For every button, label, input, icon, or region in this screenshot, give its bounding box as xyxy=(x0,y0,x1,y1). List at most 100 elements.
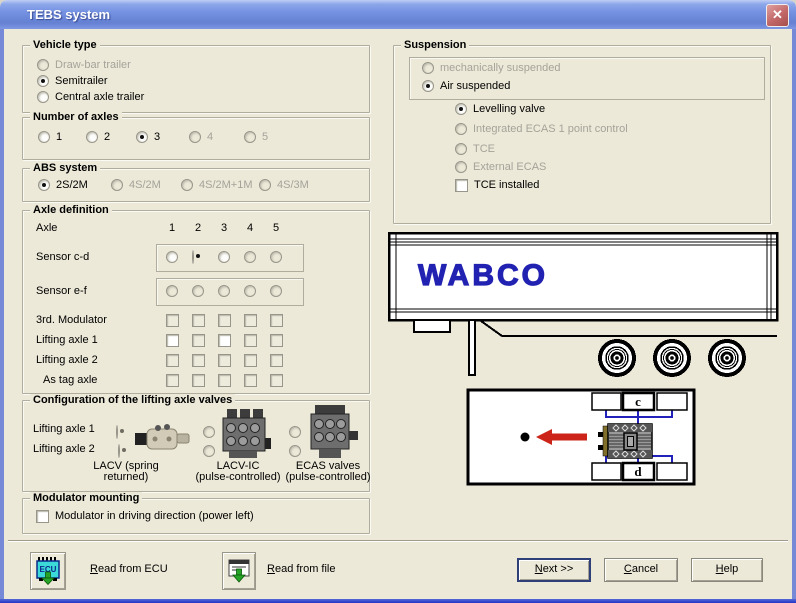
axle-checkbox-3-5 xyxy=(269,313,283,327)
row-label-as-tag-axle: As tag axle xyxy=(43,374,98,386)
wabco-logo: WABCO xyxy=(418,259,548,292)
radio-icon xyxy=(181,179,193,191)
radio-abs-4s2m1m: 4S/2M+1M xyxy=(181,178,253,192)
radio-axles-3[interactable]: 3 xyxy=(136,130,160,144)
axle-checkbox-6-1 xyxy=(165,373,179,387)
radio-label: 1 xyxy=(56,131,63,143)
checkbox-label: Modulator in driving direction (power le… xyxy=(55,510,254,522)
row-label-sensor-ef: Sensor e-f xyxy=(36,285,87,297)
radio-label: mechanically suspended xyxy=(440,62,561,74)
ecas-valve-image xyxy=(310,405,358,458)
axle-column-5: 5 xyxy=(272,222,280,234)
radio-axles-4: 4 xyxy=(189,130,213,144)
group-title-number-of-axles: Number of axles xyxy=(30,111,122,123)
radio-icon xyxy=(111,179,123,191)
axle-checkbox-4-5 xyxy=(269,333,283,347)
radio-icon xyxy=(189,131,201,143)
radio-icon xyxy=(244,131,256,143)
checkbox-modulator-direction[interactable]: Modulator in driving direction (power le… xyxy=(36,509,254,523)
radio-lacv-axle1 xyxy=(116,425,118,439)
checkbox-icon xyxy=(455,178,468,192)
radio-icon xyxy=(38,131,50,143)
read-from-ecu-button[interactable]: ECU xyxy=(30,552,66,590)
radio-icon xyxy=(422,80,434,92)
axle-checkbox-4-1[interactable] xyxy=(165,333,179,347)
read-from-file-label[interactable]: Read from file xyxy=(267,563,335,575)
axle-checkbox-3-4 xyxy=(243,313,257,327)
radio-icon xyxy=(86,131,98,143)
checkbox-label: TCE installed xyxy=(474,179,540,191)
file-download-icon xyxy=(228,559,250,583)
axle-checkbox-5-1 xyxy=(165,353,179,367)
radio-abs-4s2m: 4S/2M xyxy=(111,178,161,192)
axle-radio-2-4 xyxy=(244,285,256,297)
radio-tce: TCE xyxy=(455,142,495,156)
radio-drawbar-trailer: Draw-bar trailer xyxy=(37,58,131,72)
row-label-sensor-cd: Sensor c-d xyxy=(36,251,90,263)
radio-lacv-axle2 xyxy=(118,444,120,458)
axle-column-3: 3 xyxy=(220,222,228,234)
axle-checkbox-6-3 xyxy=(217,373,231,387)
radio-label: 4 xyxy=(207,131,214,143)
axle-column-4: 4 xyxy=(246,222,254,234)
radio-abs-2s2m[interactable]: 2S/2M xyxy=(38,178,88,192)
trailer-wheels xyxy=(598,339,746,377)
help-button[interactable]: Help xyxy=(691,558,763,582)
axle-checkbox-4-3[interactable] xyxy=(217,333,231,347)
group-title-abs-system: ABS system xyxy=(30,162,101,174)
radio-label: Semitrailer xyxy=(55,75,108,87)
radio-label: 5 xyxy=(262,131,269,143)
axle-checkbox-6-4 xyxy=(243,373,257,387)
row-label-3rd-modulator: 3rd. Modulator xyxy=(36,314,107,326)
radio-axles-5: 5 xyxy=(244,130,268,144)
window-title: TEBS system xyxy=(27,7,111,22)
radio-axles-1[interactable]: 1 xyxy=(38,130,62,144)
radio-label: Integrated ECAS 1 point control xyxy=(473,123,628,135)
radio-semitrailer[interactable]: Semitrailer xyxy=(37,74,108,88)
vehicle-type-group: Vehicle type Draw-bar trailer Semitraile… xyxy=(22,39,370,113)
read-from-file-button[interactable] xyxy=(222,552,256,590)
axle-checkbox-4-4 xyxy=(243,333,257,347)
lifting-valves-group: Configuration of the lifting axle valves… xyxy=(22,394,370,492)
close-icon[interactable]: ✕ xyxy=(766,4,789,27)
axle-column-2: 2 xyxy=(194,222,202,234)
read-from-ecu-label[interactable]: Read from ECU xyxy=(90,563,168,575)
axle-radio-2-5 xyxy=(270,285,282,297)
lacv-valve-image xyxy=(135,424,190,450)
radio-external-ecas: External ECAS xyxy=(455,160,546,174)
number-of-axles-group: Number of axles 1 2 3 4 5 xyxy=(22,111,370,160)
axle-radio-1-2[interactable] xyxy=(192,250,194,264)
cancel-button[interactable]: Cancel xyxy=(604,558,678,582)
lacv-caption: LACV (spring returned) xyxy=(93,460,159,483)
axle-checkbox-5-2 xyxy=(191,353,205,367)
radio-lacvic-axle2 xyxy=(203,445,215,457)
diagram-sensor-dot xyxy=(520,432,530,442)
radio-label: 4S/3M xyxy=(277,179,309,191)
checkbox-tce-installed[interactable]: TCE installed xyxy=(455,178,539,192)
checkbox-icon xyxy=(36,509,49,523)
radio-icon xyxy=(136,131,148,143)
axle-radio-1-5 xyxy=(270,251,282,263)
radio-axles-2[interactable]: 2 xyxy=(86,130,110,144)
next-button[interactable]: Next >> xyxy=(517,558,591,582)
radio-icon xyxy=(37,59,49,71)
radio-label: External ECAS xyxy=(473,161,547,173)
axle-column-1: 1 xyxy=(168,222,176,234)
group-title-suspension: Suspension xyxy=(401,39,470,51)
axle-radio-1-1[interactable] xyxy=(166,251,178,263)
radio-central-axle-trailer[interactable]: Central axle trailer xyxy=(37,90,144,104)
radio-air-suspended[interactable]: Air suspended xyxy=(422,79,510,93)
ecu-download-icon: ECU xyxy=(36,557,60,585)
radio-icon xyxy=(455,123,467,135)
radio-levelling-valve[interactable]: Levelling valve xyxy=(455,102,545,116)
lacv-ic-valve-image xyxy=(222,409,271,458)
axle-radio-2-2 xyxy=(192,285,204,297)
title-bar[interactable]: TEBS system ✕ xyxy=(0,0,796,29)
window-border-left xyxy=(0,29,4,603)
axle-radio-1-3[interactable] xyxy=(218,251,230,263)
axle-checkbox-3-3 xyxy=(217,313,231,327)
axle-radio-2-3 xyxy=(218,285,230,297)
group-title-axle-definition: Axle definition xyxy=(30,204,112,216)
axle-checkbox-5-5 xyxy=(269,353,283,367)
group-title-lifting-valves: Configuration of the lifting axle valves xyxy=(30,394,236,406)
